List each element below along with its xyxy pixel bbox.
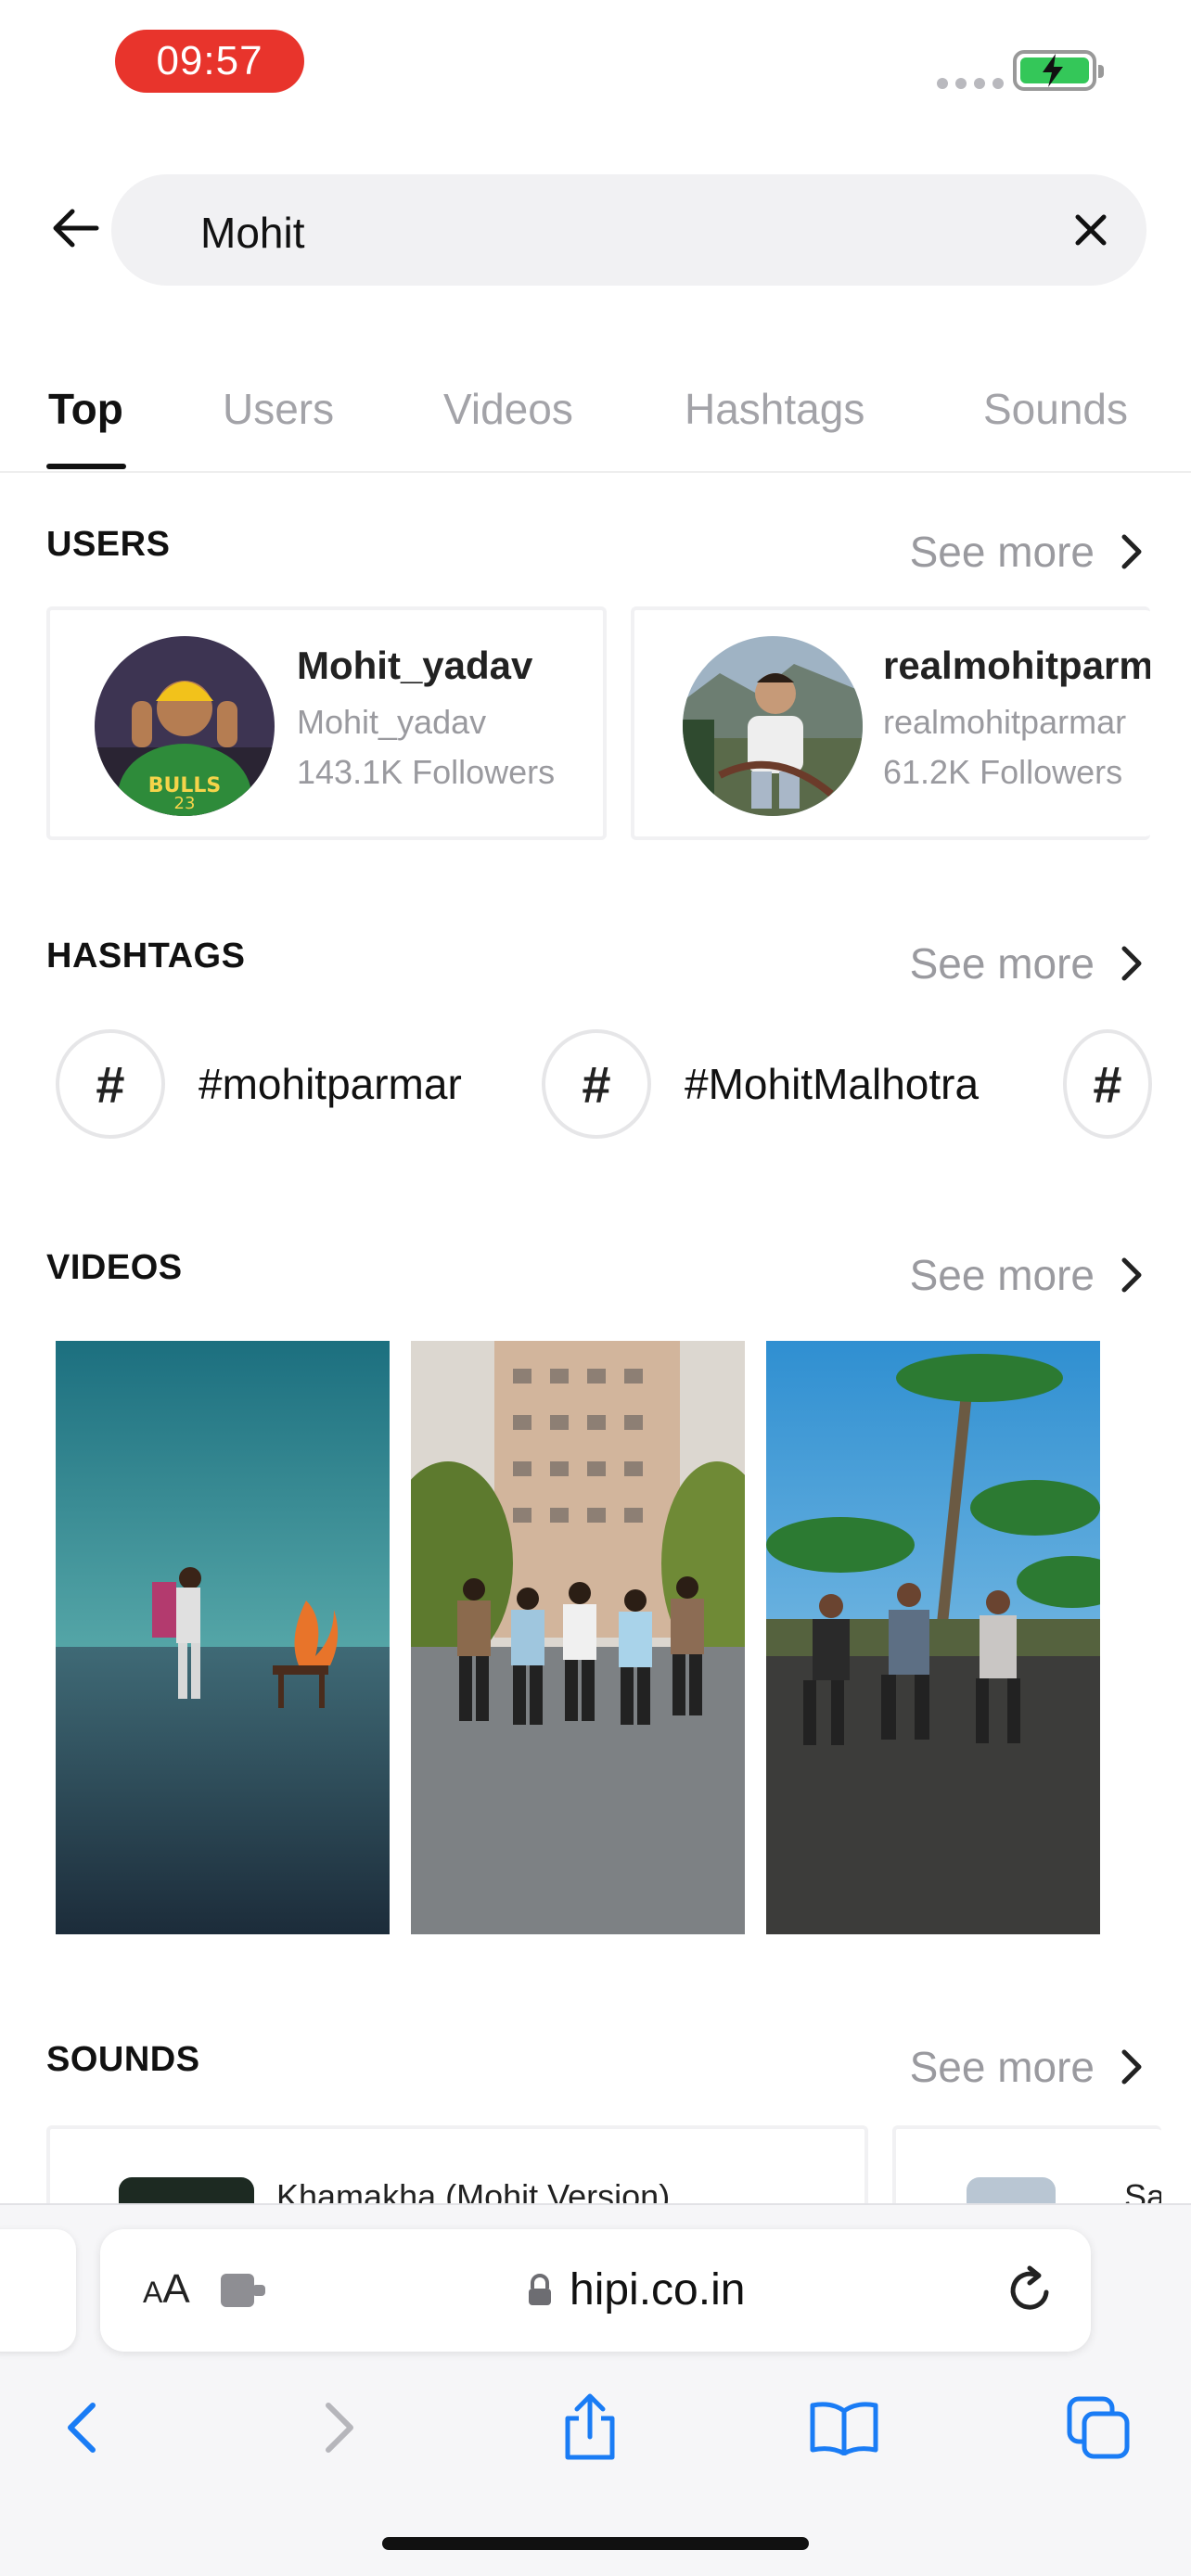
see-more-label: See more <box>909 2043 1095 2091</box>
battery-charging-icon <box>1013 50 1104 91</box>
chevron-left-icon <box>68 2403 96 2453</box>
hashtag-item[interactable]: # #mohitparmar <box>56 1029 462 1139</box>
video-thumbnail[interactable] <box>56 1341 390 1934</box>
chevron-right-icon <box>1121 1257 1142 1293</box>
user-card[interactable]: BULLS 23 Mohit_yadav Mohit_yadav 143.1K … <box>46 606 607 840</box>
chevron-right-icon <box>1121 534 1142 569</box>
user-card[interactable]: realmohitparmar realmohitparmar 61.2K Fo… <box>631 606 1150 840</box>
arrow-left-icon <box>53 209 99 248</box>
avatar: BULLS 23 <box>95 636 275 816</box>
search-input[interactable]: Mohit <box>111 174 1146 286</box>
hashtag-label: #MohitMalhotra <box>685 1060 980 1108</box>
browser-back-button[interactable] <box>37 2383 126 2472</box>
user-handle: Mohit_yadav <box>297 703 487 741</box>
hashtags-section-title: HASHTAGS <box>46 937 246 976</box>
sounds-see-more-link[interactable]: See more <box>910 2042 1143 2092</box>
user-followers: 143.1K Followers <box>297 753 556 791</box>
hashtag-icon: # <box>542 1029 651 1139</box>
address-bar[interactable]: AA hipi.co.in <box>100 2229 1091 2352</box>
user-name: Mohit_yadav <box>297 644 533 687</box>
video-thumbnail[interactable] <box>766 1341 1100 1934</box>
chevron-right-icon <box>1121 946 1142 981</box>
see-more-label: See more <box>909 528 1095 576</box>
videos-section-title: VIDEOS <box>46 1248 183 1287</box>
text-size-large-a: A <box>162 2266 190 2312</box>
hashtag-icon: # <box>56 1029 165 1139</box>
user-name: realmohitparmar <box>883 644 1150 687</box>
previous-tab-peek[interactable] <box>0 2229 76 2352</box>
hashtags-see-more-link[interactable]: See more <box>910 938 1143 988</box>
share-icon <box>565 2393 615 2460</box>
share-button[interactable] <box>545 2383 634 2472</box>
back-button[interactable] <box>46 198 106 258</box>
browser-toolbar: AA hipi.co.in <box>0 2203 1191 2576</box>
video-thumbnail[interactable] <box>411 1341 745 1934</box>
tab-sounds[interactable]: Sounds <box>983 384 1128 434</box>
reload-icon[interactable] <box>1002 2263 1057 2318</box>
videos-see-more-link[interactable]: See more <box>910 1250 1143 1300</box>
cellular-signal-icon <box>937 78 1004 89</box>
clear-search-button[interactable] <box>1061 200 1121 260</box>
hashtag-item[interactable]: # #MohitMalhotra <box>542 1029 979 1139</box>
chevron-right-icon <box>1121 2049 1142 2085</box>
home-indicator[interactable] <box>382 2537 809 2550</box>
see-more-label: See more <box>909 1251 1095 1299</box>
user-followers: 61.2K Followers <box>883 753 1123 791</box>
tab-hashtags[interactable]: Hashtags <box>685 384 864 434</box>
browser-forward-button[interactable] <box>295 2383 384 2472</box>
bookmarks-button[interactable] <box>800 2383 889 2472</box>
text-size-small-a: A <box>143 2276 163 2309</box>
status-bar: 09:57 <box>0 0 1191 130</box>
close-icon <box>1075 214 1107 246</box>
browser-nav-row <box>0 2372 1191 2474</box>
tabs-button[interactable] <box>1054 2383 1143 2472</box>
tab-videos[interactable]: Videos <box>443 384 573 434</box>
lock-icon <box>529 2273 551 2305</box>
users-see-more-link[interactable]: See more <box>910 527 1143 577</box>
hashtag-label: #mohitparmar <box>198 1060 462 1108</box>
avatar <box>683 636 863 816</box>
search-query[interactable]: Mohit <box>200 208 304 258</box>
active-tab-indicator <box>46 464 126 469</box>
open-book-icon <box>810 2402 878 2455</box>
user-handle: realmohitparmar <box>883 703 1127 741</box>
tabs-overview-icon <box>1067 2396 1130 2459</box>
status-time: 09:57 <box>115 30 304 93</box>
see-more-label: See more <box>909 939 1095 988</box>
users-section-title: USERS <box>46 525 171 564</box>
puzzle-extension-icon[interactable] <box>219 2272 271 2309</box>
text-size-button[interactable]: AA <box>143 2266 190 2313</box>
hashtag-item[interactable]: # <box>1063 1029 1152 1139</box>
search-tabs: Top Users Videos Hashtags Sounds <box>0 362 1191 473</box>
chevron-right-icon <box>326 2403 353 2453</box>
tab-users[interactable]: Users <box>223 384 334 434</box>
tab-top[interactable]: Top <box>48 384 123 434</box>
sounds-section-title: SOUNDS <box>46 2040 200 2079</box>
url-display[interactable]: hipi.co.in <box>527 2264 745 2315</box>
url-text: hipi.co.in <box>570 2265 746 2315</box>
hashtag-icon: # <box>1063 1029 1152 1139</box>
svg-text:23: 23 <box>174 794 196 813</box>
